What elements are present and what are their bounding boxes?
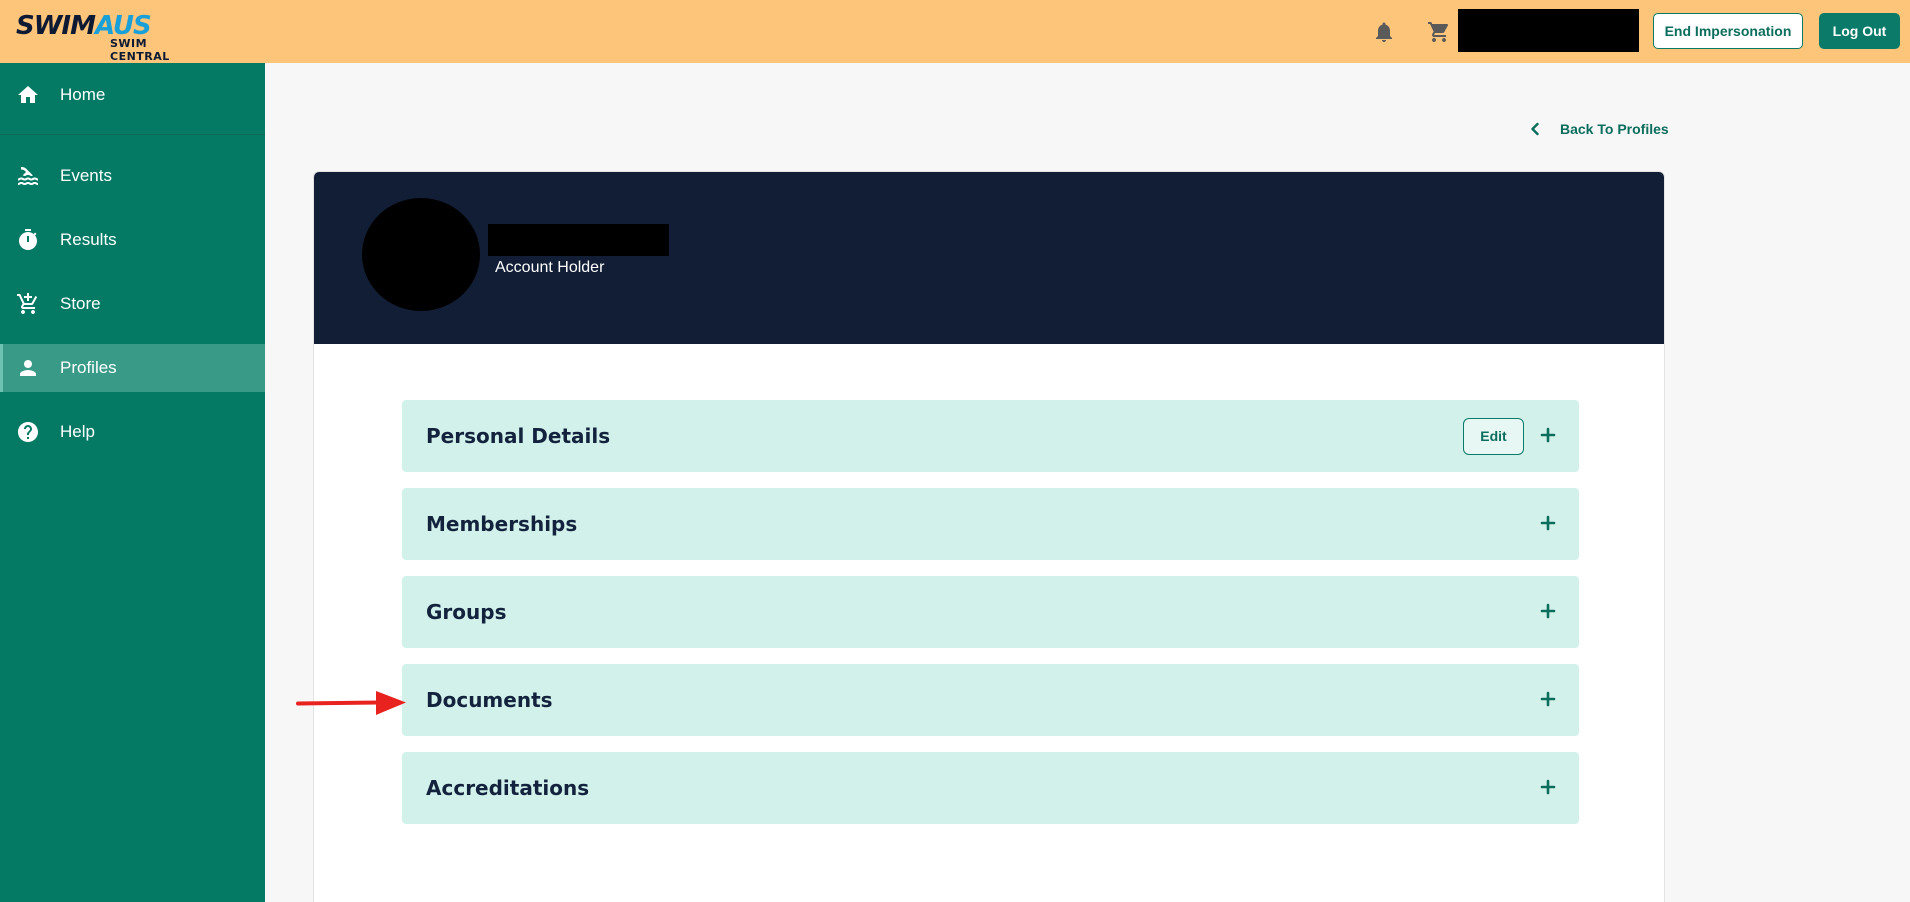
help-icon (16, 420, 40, 444)
sidebar-item-store[interactable]: Store (0, 280, 265, 328)
home-icon (16, 83, 40, 107)
swimaus-logo[interactable]: SWIMAUS SWIM CENTRAL (16, 11, 196, 63)
section-documents[interactable]: Documents (402, 664, 1579, 736)
section-title: Groups (426, 600, 507, 624)
sidebar-item-events[interactable]: Events (0, 152, 265, 200)
swimming-icon (16, 164, 40, 188)
profile-card: Account Holder Personal Details Edit Mem… (313, 171, 1665, 902)
sidebar-item-profiles[interactable]: Profiles (0, 344, 265, 392)
expand-plus-icon[interactable] (1539, 426, 1557, 444)
expand-plus-icon[interactable] (1539, 690, 1557, 708)
top-bar: SWIMAUS SWIM CENTRAL End Impersonation L… (0, 0, 1910, 63)
sidebar-item-label: Home (60, 85, 106, 104)
avatar (362, 198, 480, 311)
chevron-left-icon (1528, 122, 1542, 136)
expand-plus-icon[interactable] (1539, 778, 1557, 796)
sidebar-divider (0, 134, 265, 135)
sidebar-item-label: Profiles (60, 358, 117, 377)
back-link-label: Back To Profiles (1560, 121, 1669, 137)
sidebar-item-label: Help (60, 422, 95, 441)
redacted-profile-name (488, 224, 669, 256)
sidebar: Home Events Results Store Profiles Help (0, 63, 265, 902)
logo-subtitle: SWIM CENTRAL (110, 37, 170, 63)
profile-header: Account Holder (314, 172, 1664, 344)
section-groups[interactable]: Groups (402, 576, 1579, 648)
annotation-arrow (296, 691, 406, 715)
bell-icon[interactable] (1372, 20, 1396, 44)
cart-icon[interactable] (1427, 20, 1451, 44)
stopwatch-icon (16, 228, 40, 252)
logo-wordmark: SWIMAUS (16, 11, 152, 41)
expand-plus-icon[interactable] (1539, 514, 1557, 532)
section-title: Accreditations (426, 776, 590, 800)
profile-role: Account Holder (495, 259, 605, 276)
sidebar-item-label: Results (60, 230, 117, 249)
section-personal-details[interactable]: Personal Details Edit (402, 400, 1579, 472)
logo-swim-text: SWIM (16, 11, 96, 41)
section-title: Memberships (426, 512, 578, 536)
edit-button[interactable]: Edit (1463, 418, 1524, 455)
cart-icon (16, 292, 40, 316)
logout-button[interactable]: Log Out (1819, 13, 1900, 49)
sidebar-item-label: Store (60, 294, 101, 313)
redacted-user-name (1458, 9, 1639, 52)
section-title: Personal Details (426, 424, 611, 448)
section-memberships[interactable]: Memberships (402, 488, 1579, 560)
expand-plus-icon[interactable] (1539, 602, 1557, 620)
sidebar-item-home[interactable]: Home (0, 71, 265, 119)
sidebar-item-results[interactable]: Results (0, 216, 265, 264)
end-impersonation-button[interactable]: End Impersonation (1653, 13, 1803, 49)
section-accreditations[interactable]: Accreditations (402, 752, 1579, 824)
person-icon (16, 356, 40, 380)
sidebar-item-label: Events (60, 166, 112, 185)
sidebar-item-help[interactable]: Help (0, 408, 265, 456)
section-title: Documents (426, 688, 553, 712)
